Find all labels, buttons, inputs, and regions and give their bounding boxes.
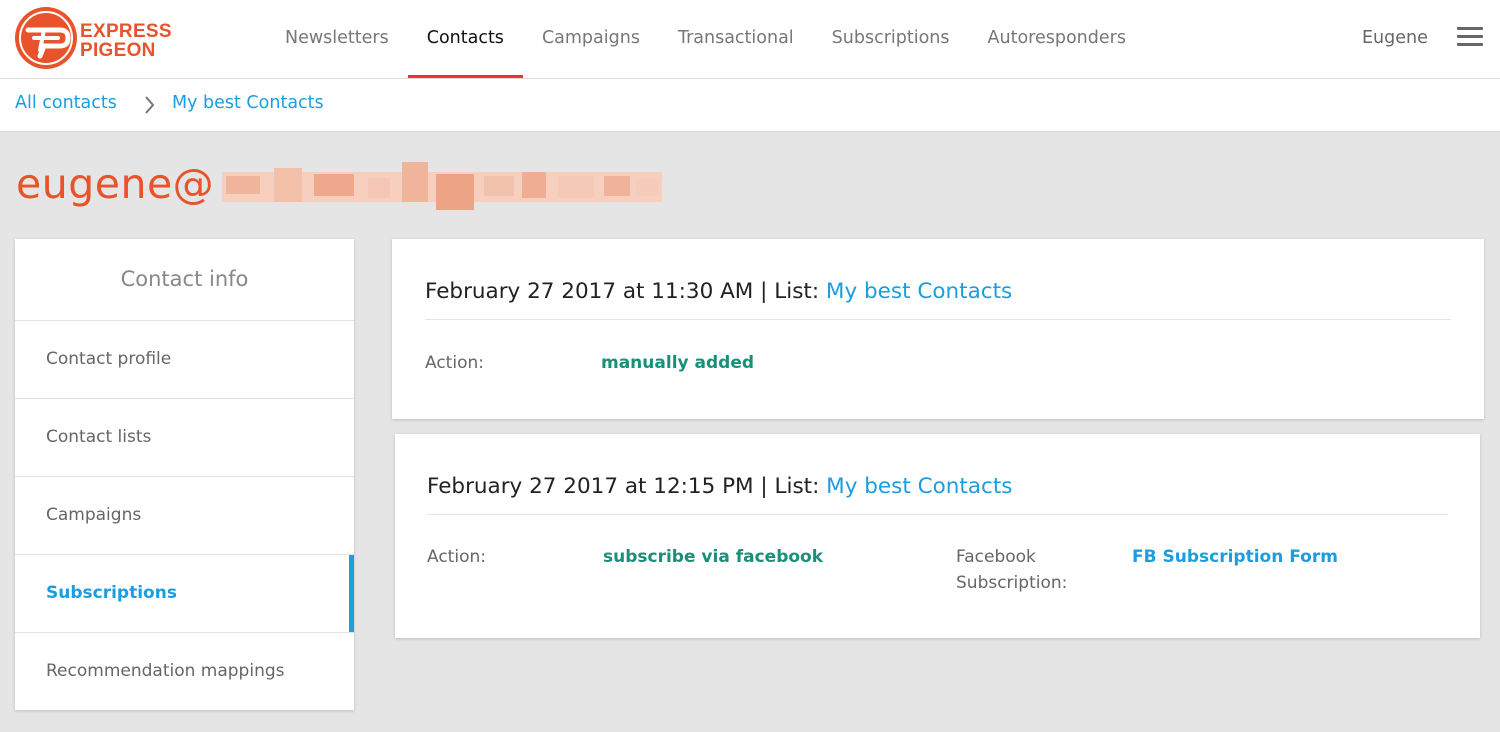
breadcrumb-all-contacts[interactable]: All contacts	[15, 93, 117, 113]
event-datetime: February 27 2017 at 12:15 PM | List:	[427, 474, 827, 499]
card-divider	[425, 319, 1451, 320]
facebook-subscription-label: Facebook Subscription:	[956, 544, 1067, 596]
contact-email-title: eugene@	[16, 160, 214, 208]
event-list-link[interactable]: My best Contacts	[826, 474, 1012, 499]
pigeon-logo-icon	[15, 7, 77, 69]
nav-newsletters[interactable]: Newsletters	[266, 0, 408, 78]
logo-line-1: EXPRESS	[80, 21, 172, 42]
action-value: manually added	[601, 353, 755, 373]
nav-campaigns[interactable]: Campaigns	[523, 0, 659, 78]
top-navbar: EXPRESS PIGEON Newsletters Contacts Camp…	[0, 0, 1500, 79]
action-label: Action:	[425, 353, 484, 373]
nav-autoresponders[interactable]: Autoresponders	[969, 0, 1145, 78]
breadcrumb-current-list[interactable]: My best Contacts	[172, 93, 324, 113]
fb-subscription-form-link[interactable]: FB Subscription Form	[1132, 547, 1338, 567]
sidebar-item-contact-lists[interactable]: Contact lists	[15, 399, 354, 477]
contact-info-sidebar: Contact info Contact profile Contact lis…	[15, 239, 354, 710]
breadcrumb: All contacts My best Contacts	[0, 79, 1500, 132]
nav-transactional[interactable]: Transactional	[659, 0, 813, 78]
logo-wordmark: EXPRESS PIGEON	[80, 22, 172, 60]
facebook-subscription-label-line1: Facebook	[956, 547, 1036, 567]
sidebar-item-campaigns[interactable]: Campaigns	[15, 477, 354, 555]
sidebar-item-recommendation-mappings[interactable]: Recommendation mappings	[15, 633, 354, 710]
facebook-subscription-label-line2: Subscription:	[956, 573, 1068, 593]
action-label: Action:	[427, 547, 486, 567]
event-datetime: February 27 2017 at 11:30 AM | List:	[425, 279, 826, 304]
card-divider	[427, 514, 1448, 515]
redacted-email-domain	[222, 158, 662, 212]
user-menu-name[interactable]: Eugene	[1362, 0, 1428, 76]
logo-line-2: PIGEON	[80, 40, 156, 61]
action-value: subscribe via facebook	[603, 547, 824, 567]
subscription-event-card: February 27 2017 at 11:30 AM | List: My …	[392, 239, 1484, 419]
nav-contacts[interactable]: Contacts	[407, 0, 524, 78]
main-nav: Newsletters Contacts Campaigns Transacti…	[266, 0, 1145, 78]
sidebar-item-contact-profile[interactable]: Contact profile	[15, 321, 354, 399]
event-title: February 27 2017 at 11:30 AM | List: My …	[425, 279, 1012, 304]
subscription-event-card: February 27 2017 at 12:15 PM | List: My …	[395, 434, 1480, 638]
event-title: February 27 2017 at 12:15 PM | List: My …	[427, 474, 1012, 499]
contact-email-visible: eugene@	[16, 160, 215, 208]
event-list-link[interactable]: My best Contacts	[826, 279, 1012, 304]
pixelated-redaction-icon	[222, 162, 662, 210]
sidebar-item-subscriptions[interactable]: Subscriptions	[15, 555, 354, 633]
nav-subscriptions[interactable]: Subscriptions	[813, 0, 969, 78]
sidebar-heading: Contact info	[15, 239, 354, 321]
chevron-right-icon	[145, 96, 155, 114]
hamburger-icon[interactable]	[1457, 27, 1483, 47]
expresspigeon-logo[interactable]: EXPRESS PIGEON	[14, 6, 174, 70]
